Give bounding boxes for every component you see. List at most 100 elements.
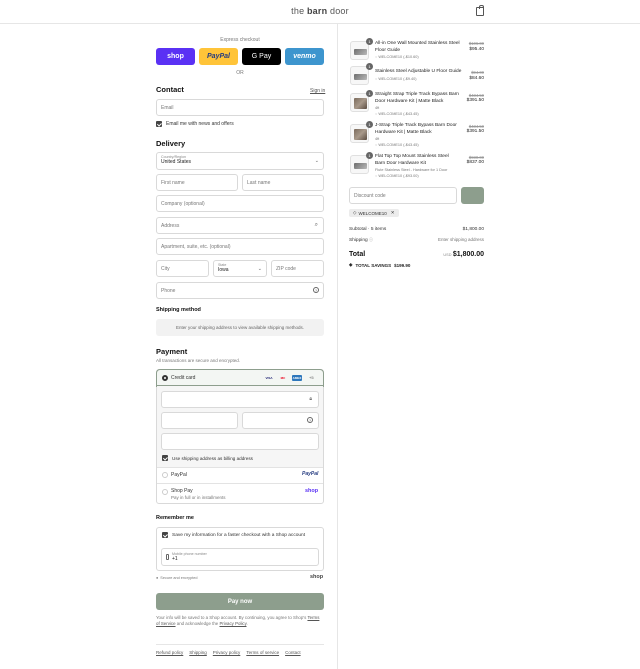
pay-now-button[interactable]: Pay now xyxy=(156,593,324,610)
visa-icon: VISA xyxy=(265,376,273,380)
more-cards-badge: +5 xyxy=(309,375,314,380)
discount-code-field[interactable]: Discount code xyxy=(349,187,457,204)
product-discount: ◌ WELCOME10 (-$9.40) xyxy=(375,77,417,81)
total-savings: ◈ TOTAL SAVINGS $199.90 xyxy=(349,262,410,268)
shipping-link[interactable]: Shipping xyxy=(189,650,207,655)
billing-address-row[interactable]: Use shipping address as billing address xyxy=(162,455,253,461)
last-name-field[interactable]: Last name xyxy=(242,174,324,191)
discount-text: WELCOME10 (-$93.00) xyxy=(378,174,419,178)
apply-discount-button[interactable] xyxy=(461,187,484,204)
phone-icon xyxy=(166,554,169,560)
shop-pay-button[interactable]: shop xyxy=(156,48,195,65)
venmo-button[interactable]: venmo xyxy=(285,48,324,65)
address-field[interactable]: Address ⌕ xyxy=(156,217,324,234)
total-row-value: USD $1,800.00 xyxy=(430,251,484,258)
shopping-bag-icon[interactable] xyxy=(476,5,484,16)
amex-icon: AMEX xyxy=(292,375,302,381)
header: the barn door xyxy=(0,0,640,24)
security-code-field[interactable]: ? xyxy=(242,412,319,429)
legal-text: Your info will be saved to a Shop accoun… xyxy=(156,615,324,627)
product-discount: ◌ WELCOME10 (-$43.45) xyxy=(375,143,419,147)
newsletter-checkbox-row[interactable]: Email me with news and offers xyxy=(156,121,234,127)
total-label: Total xyxy=(349,251,366,258)
contact-link[interactable]: Contact xyxy=(285,650,301,655)
subtotal-value: $1,800.00 xyxy=(462,227,484,232)
google-pay-button[interactable]: G Pay xyxy=(242,48,281,65)
mobile-phone-field[interactable]: Mobile phone number +1 xyxy=(161,548,319,566)
product-discount: ◌ WELCOME10 (-$43.45) xyxy=(375,112,419,116)
shop-logo-icon: shop xyxy=(305,488,319,494)
billing-label: Use shipping address as billing address xyxy=(172,455,253,461)
lock-icon: 🔒︎ xyxy=(309,396,312,402)
first-name-field[interactable]: First name xyxy=(156,174,238,191)
search-icon: ⌕ xyxy=(314,222,318,228)
product-variant: Flute Stainless Steel - Hardware for 1 D… xyxy=(375,168,448,172)
help-icon[interactable]: ⓘ xyxy=(369,237,373,242)
newsletter-checkbox[interactable] xyxy=(156,121,162,127)
quantity-badge: 1 xyxy=(366,38,373,45)
billing-checkbox[interactable] xyxy=(162,455,168,461)
company-field[interactable]: Company (optional) xyxy=(156,195,324,212)
quantity-badge: 1 xyxy=(366,121,373,128)
quantity-badge: 1 xyxy=(366,152,373,159)
product-variant: 4ft xyxy=(375,106,380,110)
sign-in-link[interactable]: Sign in xyxy=(310,88,325,94)
terms-of-service-footer-link[interactable]: Terms of service xyxy=(246,650,279,655)
refund-policy-link[interactable]: Refund policy xyxy=(156,650,183,655)
privacy-policy-link[interactable]: Privacy Policy xyxy=(219,621,246,626)
email-field[interactable]: Email xyxy=(156,99,324,116)
savings-value: $199.90 xyxy=(394,262,411,268)
applied-discount-tag: ◇ WELCOME10 ✕ xyxy=(349,209,399,217)
remove-discount-icon[interactable]: ✕ xyxy=(391,210,395,216)
save-info-row[interactable]: Save my information for a faster checkou… xyxy=(162,532,305,538)
credit-card-radio[interactable] xyxy=(162,375,168,381)
expiration-field[interactable] xyxy=(161,412,238,429)
footer-divider xyxy=(156,644,324,645)
country-select[interactable]: Country/Region United States ⌄ xyxy=(156,152,324,170)
secure-label: Secure and encrypted xyxy=(160,576,198,580)
phone-field[interactable]: Phone ? xyxy=(156,282,324,299)
mobile-phone-value: +1 xyxy=(172,556,178,562)
help-icon[interactable]: ? xyxy=(307,417,313,423)
save-info-checkbox[interactable] xyxy=(162,532,168,538)
newsletter-label: Email me with news and offers xyxy=(166,121,234,127)
product-variant: 4ft xyxy=(375,137,380,141)
save-info-label: Save my information for a faster checkou… xyxy=(172,532,306,538)
shop-logo-icon: shop xyxy=(310,574,324,580)
product-discount: ◌ WELCOME10 (-$93.00) xyxy=(375,174,419,178)
zip-field[interactable]: ZIP code xyxy=(271,260,324,277)
subtotal-label: Subtotal · 5 items xyxy=(349,227,387,232)
quantity-badge: 1 xyxy=(366,63,373,70)
discount-text: WELCOME10 (-$9.40) xyxy=(378,77,417,81)
shop-pay-subtitle: Pay in full or in installments xyxy=(171,495,226,500)
discount-text: WELCOME10 (-$43.45) xyxy=(378,143,419,147)
paypal-button[interactable]: PayPal xyxy=(199,48,238,65)
address-placeholder: Address xyxy=(161,222,180,229)
product-price: $391.50 xyxy=(466,129,484,134)
phone-placeholder: Phone xyxy=(161,287,176,294)
delivery-heading: Delivery xyxy=(156,139,186,148)
paypal-radio[interactable] xyxy=(162,472,168,478)
help-icon[interactable]: ? xyxy=(313,287,319,293)
paypal-option-label[interactable]: PayPal xyxy=(171,472,187,478)
footer-links: Refund policy Shipping Privacy policy Te… xyxy=(156,650,301,655)
original-price: $94.00 xyxy=(471,70,484,75)
legal-and: and acknowledge the xyxy=(175,621,220,626)
apartment-field[interactable]: Apartment, suite, etc. (optional) xyxy=(156,238,324,255)
lock-icon: ● xyxy=(156,576,159,580)
country-value: United States xyxy=(161,159,192,165)
city-field[interactable]: City xyxy=(156,260,209,277)
card-number-field[interactable]: 🔒︎ xyxy=(161,391,319,408)
shop-pay-option-label[interactable]: Shop Pay xyxy=(171,488,193,494)
state-select[interactable]: State Iowa ⌄ xyxy=(213,260,267,277)
chevron-down-icon: ⌄ xyxy=(314,158,319,164)
brand-logo[interactable]: the barn door xyxy=(0,6,640,16)
privacy-policy-footer-link[interactable]: Privacy policy xyxy=(213,650,241,655)
quantity-badge: 1 xyxy=(366,90,373,97)
column-divider xyxy=(337,24,338,669)
chevron-down-icon: ⌄ xyxy=(257,266,262,272)
mastercard-icon: MC xyxy=(280,376,286,380)
name-on-card-field[interactable] xyxy=(161,433,319,450)
shop-pay-radio[interactable] xyxy=(162,489,168,495)
product-price: $95.40 xyxy=(469,47,484,52)
